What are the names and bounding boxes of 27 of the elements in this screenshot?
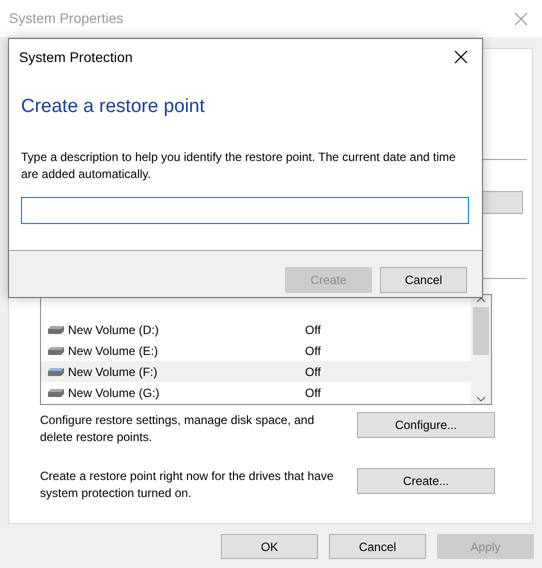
- scroll-up-icon[interactable]: [476, 297, 486, 303]
- drive-name: New Volume (F:): [68, 364, 158, 380]
- window-title: System Properties: [9, 9, 124, 28]
- dialog-heading: Create a restore point: [21, 95, 206, 119]
- protection-status: Off: [305, 342, 321, 360]
- drive-row[interactable]: New Volume (F:) Off: [41, 361, 471, 382]
- action-button[interactable]: Create...: [357, 468, 495, 494]
- scroll-thumb[interactable]: [473, 307, 489, 355]
- action-button[interactable]: Configure...: [357, 412, 495, 438]
- scrollbar[interactable]: [471, 295, 491, 404]
- description-field[interactable]: [21, 196, 469, 224]
- footer-button[interactable]: Cancel: [329, 534, 426, 559]
- protection-status: Off: [305, 384, 321, 402]
- dialog-button[interactable]: Cancel: [380, 266, 467, 292]
- action-description: Configure restore settings, manage disk space, and delete restore points.: [40, 412, 316, 446]
- protection-status: Off: [305, 364, 321, 380]
- partial-button[interactable]: [481, 191, 523, 214]
- dialog-title: System Protection: [19, 48, 133, 67]
- action-description: Create a restore point right now for the drives that have system protection turned on.: [40, 468, 334, 502]
- close-icon[interactable]: [454, 50, 468, 64]
- dialog-description: Type a description to help you identify the restore point. The current date and time are added automatically.: [21, 148, 457, 182]
- drive-name: New Volume (E:): [68, 342, 160, 360]
- drive-name: New Volume (D:): [68, 322, 160, 338]
- drive-name: New Volume (G:): [68, 384, 160, 402]
- footer-button[interactable]: OK: [221, 534, 318, 559]
- scroll-down-icon[interactable]: [476, 396, 486, 402]
- protection-status: Off: [305, 322, 321, 338]
